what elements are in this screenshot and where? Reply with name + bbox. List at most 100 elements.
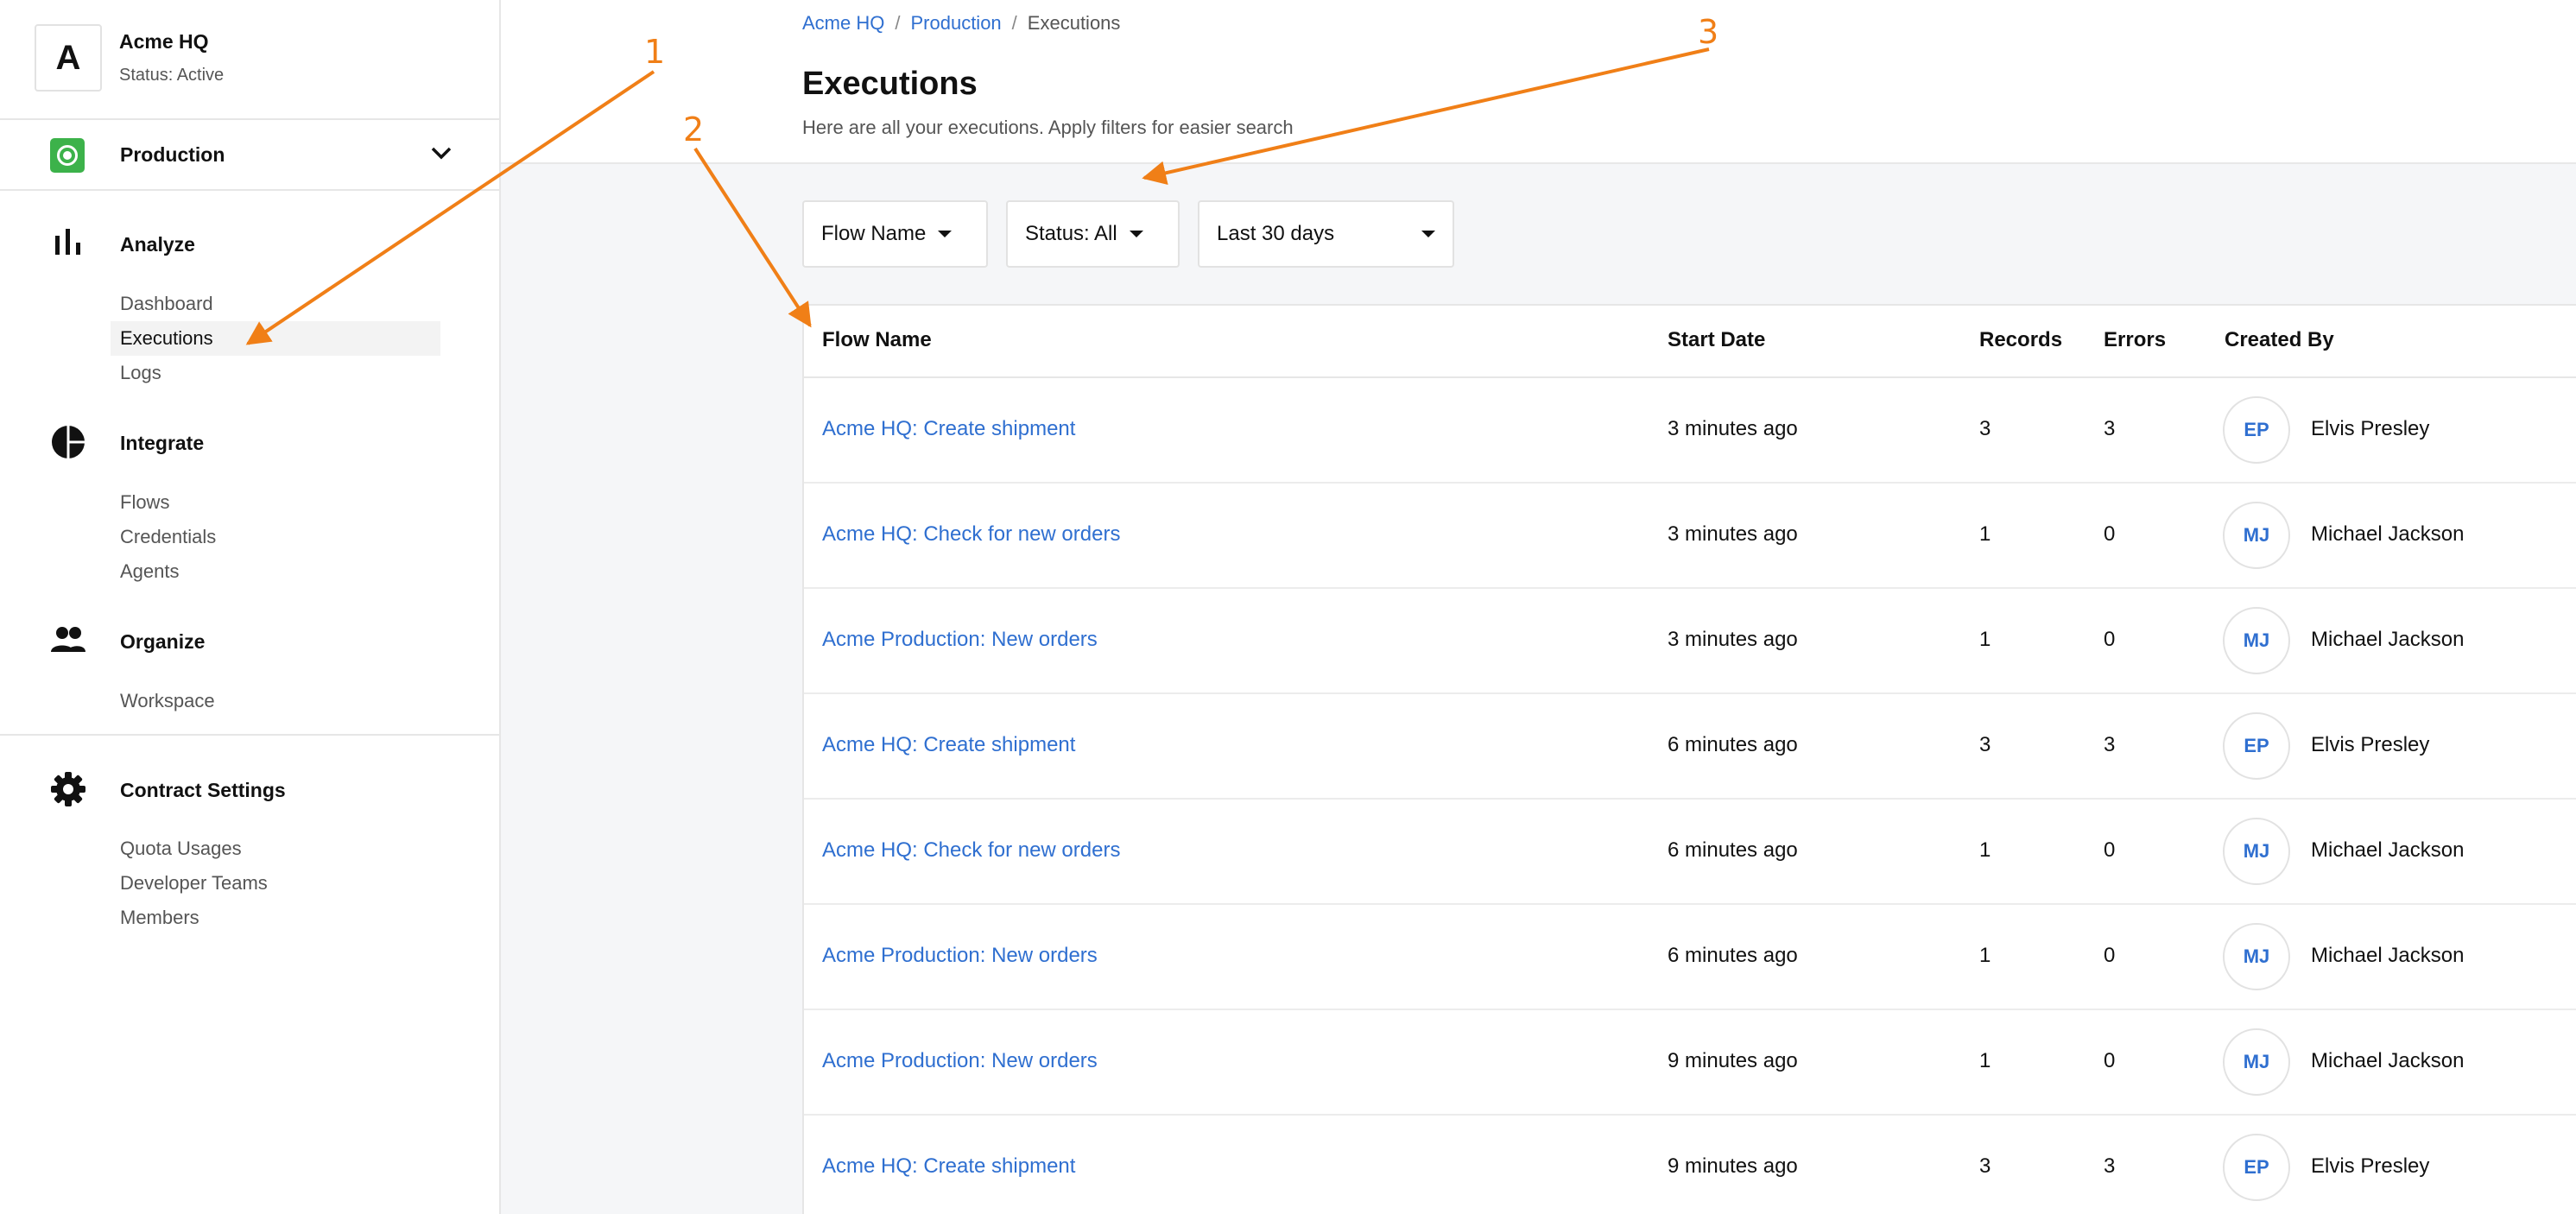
breadcrumb-separator: / bbox=[1011, 12, 1017, 34]
flow-name-link[interactable]: Acme HQ: Create shipment bbox=[822, 733, 1075, 757]
start-date: 9 minutes ago bbox=[1668, 1154, 1798, 1178]
avatar: MJ bbox=[2223, 502, 2290, 569]
sidebar-item-workspace[interactable]: Workspace bbox=[111, 684, 440, 718]
errors-count: 0 bbox=[2104, 522, 2116, 546]
filter-bar: Flow Name Status: All Last 30 days bbox=[802, 200, 1472, 268]
sidebar-item-executions[interactable]: Executions bbox=[111, 321, 440, 356]
executions-table: Flow Name Start Date Records Errors Crea… bbox=[802, 304, 2576, 1214]
start-date: 3 minutes ago bbox=[1668, 522, 1798, 546]
avatar: MJ bbox=[2223, 1028, 2290, 1096]
table-row[interactable]: Acme HQ: Create shipment 3 minutes ago 3… bbox=[804, 378, 2576, 484]
errors-count: 3 bbox=[2104, 733, 2116, 756]
divider bbox=[0, 118, 499, 120]
table-row[interactable]: Acme HQ: Create shipment 6 minutes ago 3… bbox=[804, 694, 2576, 800]
status-filter-label: Status: All bbox=[1025, 222, 1117, 245]
creator-name: Michael Jackson bbox=[2311, 944, 2465, 967]
avatar: MJ bbox=[2223, 818, 2290, 885]
sidebar-item-credentials[interactable]: Credentials bbox=[111, 520, 440, 554]
breadcrumb-separator: / bbox=[895, 12, 901, 34]
table-header: Flow Name Start Date Records Errors Crea… bbox=[804, 306, 2576, 378]
breadcrumb-org[interactable]: Acme HQ bbox=[802, 12, 884, 35]
sidebar-item-quota-usages[interactable]: Quota Usages bbox=[111, 831, 440, 866]
records-count: 3 bbox=[1979, 733, 1991, 756]
nav-list-contract-settings: Quota Usages Developer Teams Members bbox=[111, 831, 440, 935]
creator-name: Michael Jackson bbox=[2311, 838, 2465, 862]
sidebar-item-logs[interactable]: Logs bbox=[111, 356, 440, 390]
chevron-down-icon[interactable] bbox=[430, 145, 453, 161]
caret-down-icon bbox=[1129, 231, 1143, 237]
section-organize: Organize bbox=[0, 623, 499, 657]
date-range-filter[interactable]: Last 30 days bbox=[1198, 200, 1454, 268]
creator-name: Michael Jackson bbox=[2311, 522, 2465, 546]
creator-name: Michael Jackson bbox=[2311, 628, 2465, 651]
section-title-organize: Organize bbox=[120, 630, 206, 653]
org-name: Acme HQ bbox=[119, 30, 209, 53]
column-header-flow-name[interactable]: Flow Name bbox=[822, 328, 932, 352]
section-contract-settings: Contract Settings bbox=[0, 771, 499, 806]
flow-name-filter[interactable]: Flow Name bbox=[802, 200, 988, 268]
table-row[interactable]: Acme HQ: Check for new orders 3 minutes … bbox=[804, 484, 2576, 589]
gear-icon bbox=[51, 772, 85, 806]
records-count: 3 bbox=[1979, 1154, 1991, 1178]
divider bbox=[0, 189, 499, 191]
date-range-filter-label: Last 30 days bbox=[1217, 222, 1335, 245]
org-header[interactable]: A Acme HQ Status: Active bbox=[35, 24, 224, 92]
sidebar-item-members[interactable]: Members bbox=[111, 901, 440, 935]
table-row[interactable]: Acme Production: New orders 3 minutes ag… bbox=[804, 589, 2576, 694]
nav-list-integrate: Flows Credentials Agents bbox=[111, 485, 440, 589]
table-row[interactable]: Acme Production: New orders 6 minutes ag… bbox=[804, 905, 2576, 1010]
start-date: 3 minutes ago bbox=[1668, 417, 1798, 440]
flow-name-link[interactable]: Acme HQ: Check for new orders bbox=[822, 522, 1120, 547]
breadcrumb: Acme HQ / Production / Executions bbox=[802, 12, 1120, 35]
breadcrumb-environment[interactable]: Production bbox=[910, 12, 1001, 35]
section-title-contract-settings: Contract Settings bbox=[120, 779, 286, 801]
table-row[interactable]: Acme Production: New orders 9 minutes ag… bbox=[804, 1010, 2576, 1116]
start-date: 9 minutes ago bbox=[1668, 1049, 1798, 1072]
sidebar-item-agents[interactable]: Agents bbox=[111, 554, 440, 589]
records-count: 1 bbox=[1979, 838, 1991, 862]
start-date: 6 minutes ago bbox=[1668, 944, 1798, 967]
column-header-records[interactable]: Records bbox=[1979, 328, 2062, 352]
environment-selector[interactable]: Production bbox=[0, 121, 499, 190]
page-header: Acme HQ / Production / Executions Execut… bbox=[501, 0, 2576, 164]
table-row[interactable]: Acme HQ: Check for new orders 6 minutes … bbox=[804, 800, 2576, 905]
avatar: MJ bbox=[2223, 923, 2290, 990]
sidebar-item-flows[interactable]: Flows bbox=[111, 485, 440, 520]
creator-name: Elvis Presley bbox=[2311, 1154, 2430, 1178]
production-env-icon bbox=[50, 138, 85, 173]
errors-count: 3 bbox=[2104, 417, 2116, 440]
flow-name-link[interactable]: Acme HQ: Create shipment bbox=[822, 1154, 1075, 1179]
errors-count: 0 bbox=[2104, 838, 2116, 862]
errors-count: 0 bbox=[2104, 1049, 2116, 1072]
records-count: 1 bbox=[1979, 522, 1991, 546]
flow-name-link[interactable]: Acme HQ: Create shipment bbox=[822, 417, 1075, 441]
creator-name: Michael Jackson bbox=[2311, 1049, 2465, 1072]
flow-name-link[interactable]: Acme Production: New orders bbox=[822, 944, 1098, 968]
start-date: 6 minutes ago bbox=[1668, 733, 1798, 756]
column-header-errors[interactable]: Errors bbox=[2104, 328, 2166, 352]
errors-count: 0 bbox=[2104, 944, 2116, 967]
main-content: Acme HQ / Production / Executions Execut… bbox=[501, 0, 2576, 1214]
creator-name: Elvis Presley bbox=[2311, 733, 2430, 756]
breadcrumb-current: Executions bbox=[1027, 12, 1121, 34]
records-count: 1 bbox=[1979, 628, 1991, 651]
column-header-start-date[interactable]: Start Date bbox=[1668, 328, 1765, 352]
section-title-analyze: Analyze bbox=[120, 233, 195, 256]
people-icon bbox=[51, 627, 85, 652]
flow-name-filter-label: Flow Name bbox=[821, 222, 927, 245]
caret-down-icon bbox=[938, 231, 953, 237]
table-row[interactable]: Acme HQ: Create shipment 9 minutes ago 3… bbox=[804, 1116, 2576, 1214]
org-logo: A bbox=[35, 24, 102, 92]
flow-name-link[interactable]: Acme Production: New orders bbox=[822, 1049, 1098, 1073]
nav-list-analyze: Dashboard Executions Logs bbox=[111, 287, 440, 390]
records-count: 1 bbox=[1979, 944, 1991, 967]
sidebar-item-developer-teams[interactable]: Developer Teams bbox=[111, 866, 440, 901]
flow-name-link[interactable]: Acme Production: New orders bbox=[822, 628, 1098, 652]
column-header-created-by[interactable]: Created By bbox=[2225, 328, 2334, 352]
section-analyze: Analyze bbox=[0, 225, 499, 260]
nav-list-organize: Workspace bbox=[111, 684, 440, 718]
sidebar-item-dashboard[interactable]: Dashboard bbox=[111, 287, 440, 321]
status-filter[interactable]: Status: All bbox=[1006, 200, 1180, 268]
flow-name-link[interactable]: Acme HQ: Check for new orders bbox=[822, 838, 1120, 863]
creator-name: Elvis Presley bbox=[2311, 417, 2430, 440]
